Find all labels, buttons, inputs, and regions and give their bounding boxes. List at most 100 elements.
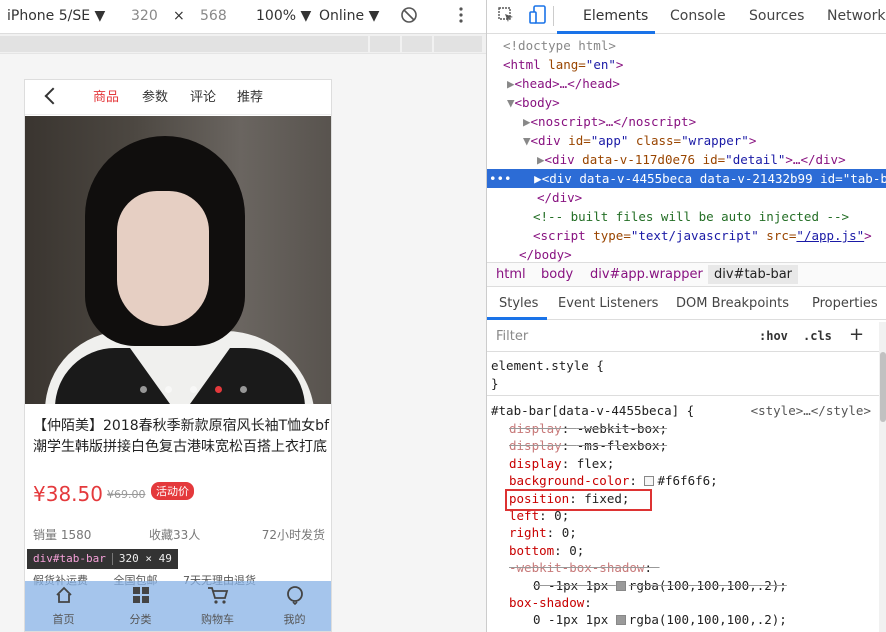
- style-property[interactable]: background-color: [509, 473, 629, 488]
- dom-node[interactable]: ▶<noscript>…</noscript>: [523, 112, 886, 131]
- dom-node[interactable]: ▶<head>…</head>: [507, 74, 886, 93]
- style-value[interactable]: #f6f6f6;: [657, 473, 717, 488]
- dom-node-selected[interactable]: ••• ▶<div data-v-4455beca data-v-21432b9…: [487, 169, 886, 188]
- style-value[interactable]: flex;: [577, 456, 615, 471]
- width-input[interactable]: 320: [131, 8, 158, 24]
- style-value[interactable]: 0;: [562, 525, 577, 540]
- rotate-icon[interactable]: [400, 6, 418, 28]
- carousel-dot[interactable]: [165, 386, 172, 393]
- ruler-segment[interactable]: [434, 36, 482, 52]
- color-swatch[interactable]: [615, 580, 626, 591]
- tab-comments[interactable]: 评论: [190, 86, 216, 105]
- product-image-carousel[interactable]: [25, 116, 331, 404]
- style-value[interactable]: -webkit-box;: [577, 421, 667, 436]
- dom-comment[interactable]: <!-- built files will be auto injected -…: [533, 207, 886, 226]
- style-declaration[interactable]: display: -ms-flexbox;: [509, 437, 667, 454]
- inspect-element-icon[interactable]: [497, 6, 515, 28]
- grid-icon: [102, 585, 179, 611]
- devtools-panel: Elements Console Sources Network <!docty…: [486, 0, 886, 632]
- dom-node[interactable]: ▼<div id="app" class="wrapper">: [523, 131, 886, 150]
- device-select[interactable]: iPhone 5/SE ▼: [7, 8, 105, 24]
- subtab-dom-breakpoints[interactable]: DOM Breakpoints: [676, 296, 789, 311]
- ruler-segment[interactable]: [0, 36, 368, 52]
- device-emulation-pane: iPhone 5/SE ▼ 320 × 568 100% ▼ Online ▼ …: [0, 0, 486, 632]
- devtools-tabbar: Elements Console Sources Network: [487, 0, 886, 34]
- style-declaration[interactable]: box-shadow:: [509, 594, 599, 611]
- tabbar-item-category[interactable]: 分类: [102, 581, 179, 631]
- breadcrumb-item[interactable]: body: [541, 267, 573, 282]
- scrollbar-thumb[interactable]: [880, 352, 886, 422]
- dom-node[interactable]: </div>: [537, 188, 886, 207]
- chevron-left-icon[interactable]: [44, 87, 62, 105]
- more-options-icon[interactable]: [458, 5, 464, 29]
- cls-toggle[interactable]: .cls: [803, 329, 832, 343]
- style-declaration[interactable]: 0 -1px 1px rgba(100,100,100,.2);: [533, 577, 787, 594]
- tabbar-item-cart[interactable]: 购物车: [179, 581, 256, 631]
- tab-params[interactable]: 参数: [142, 86, 168, 105]
- dom-node[interactable]: <!doctype html>: [503, 36, 886, 55]
- subtab-properties[interactable]: Properties: [812, 296, 878, 311]
- style-declaration[interactable]: background-color: #f6f6f6;: [509, 472, 718, 489]
- product-price: ¥38.50: [33, 482, 103, 506]
- style-property[interactable]: box-shadow: [509, 595, 584, 610]
- breadcrumb-item[interactable]: div#app.wrapper: [590, 267, 703, 282]
- dom-node[interactable]: </body>: [519, 245, 886, 262]
- dom-node[interactable]: <html lang="en">: [503, 55, 886, 74]
- dom-node[interactable]: <script type="text/javascript" src="/app…: [533, 226, 886, 245]
- color-swatch[interactable]: [615, 615, 626, 626]
- style-declaration[interactable]: right: 0;: [509, 524, 577, 541]
- tab-elements[interactable]: Elements: [583, 8, 648, 24]
- style-property[interactable]: display: [509, 438, 562, 453]
- tab-network[interactable]: Network: [827, 8, 885, 24]
- style-declaration[interactable]: display: flex;: [509, 455, 614, 472]
- style-value[interactable]: -ms-flexbox;: [577, 438, 667, 453]
- style-value[interactable]: 0 -1px 1px rgba(100,100,100,.2);: [533, 578, 787, 593]
- element-style-rule[interactable]: element.style {: [491, 357, 604, 374]
- favorites-count: 收藏33人: [149, 528, 201, 542]
- filter-input[interactable]: Filter: [496, 329, 528, 344]
- tabbar-item-home[interactable]: 首页: [25, 581, 102, 631]
- tab-recommend[interactable]: 推荐: [237, 86, 263, 105]
- style-property[interactable]: right: [509, 525, 547, 540]
- breadcrumb-item-current[interactable]: div#tab-bar: [708, 265, 799, 284]
- zoom-select[interactable]: 100% ▼: [256, 8, 311, 24]
- tab-sources[interactable]: Sources: [749, 8, 804, 24]
- height-input[interactable]: 568: [200, 8, 227, 24]
- style-property[interactable]: -webkit-box-shadow: [509, 560, 644, 575]
- ruler-segment[interactable]: [402, 36, 432, 52]
- user-icon: [256, 585, 331, 611]
- styles-filter-bar: Filter :hov .cls +: [487, 322, 879, 352]
- tabbar-item-profile[interactable]: 我的: [256, 581, 331, 631]
- carousel-dot[interactable]: [240, 386, 247, 393]
- tab-console[interactable]: Console: [670, 8, 726, 24]
- ruler-segment[interactable]: [370, 36, 400, 52]
- breadcrumb-item[interactable]: html: [496, 267, 526, 282]
- style-property[interactable]: display: [509, 456, 562, 471]
- network-select[interactable]: Online ▼: [319, 8, 379, 24]
- rule-selector[interactable]: #tab-bar[data-v-4455beca] {: [491, 402, 694, 419]
- subtab-event-listeners[interactable]: Event Listeners: [558, 296, 658, 311]
- hov-toggle[interactable]: :hov: [759, 329, 788, 343]
- style-declaration[interactable]: display: -webkit-box;: [509, 420, 667, 437]
- color-swatch[interactable]: [644, 476, 655, 487]
- subtab-styles[interactable]: Styles: [499, 296, 538, 311]
- carousel-dot-active[interactable]: [215, 386, 222, 393]
- device-toggle-icon[interactable]: [529, 5, 547, 29]
- style-declaration[interactable]: -webkit-box-shadow:: [509, 559, 660, 576]
- media-query-ruler[interactable]: [0, 34, 486, 54]
- style-property[interactable]: bottom: [509, 543, 554, 558]
- style-declaration[interactable]: bottom: 0;: [509, 542, 584, 559]
- style-property[interactable]: display: [509, 421, 562, 436]
- phone-viewport: 商品 参数 评论 推荐 【仲陌美】2018春秋季新款原宿风长袖T恤女bf潮学生韩…: [24, 79, 332, 632]
- carousel-dot[interactable]: [140, 386, 147, 393]
- carousel-dot[interactable]: [190, 386, 197, 393]
- tab-goods[interactable]: 商品: [93, 86, 119, 105]
- new-rule-button[interactable]: +: [849, 324, 864, 345]
- style-declaration[interactable]: 0 -1px 1px rgba(100,100,100,.2);: [533, 611, 787, 628]
- dom-node[interactable]: ▶<div data-v-117d0e76 id="detail">…</div…: [537, 150, 886, 169]
- style-value[interactable]: 0;: [569, 543, 584, 558]
- rule-source-link[interactable]: <style>…</style>: [751, 402, 871, 419]
- styles-scrollbar[interactable]: [879, 322, 886, 632]
- dom-node[interactable]: ▼<body>: [507, 93, 886, 112]
- style-value[interactable]: 0 -1px 1px rgba(100,100,100,.2);: [533, 612, 787, 627]
